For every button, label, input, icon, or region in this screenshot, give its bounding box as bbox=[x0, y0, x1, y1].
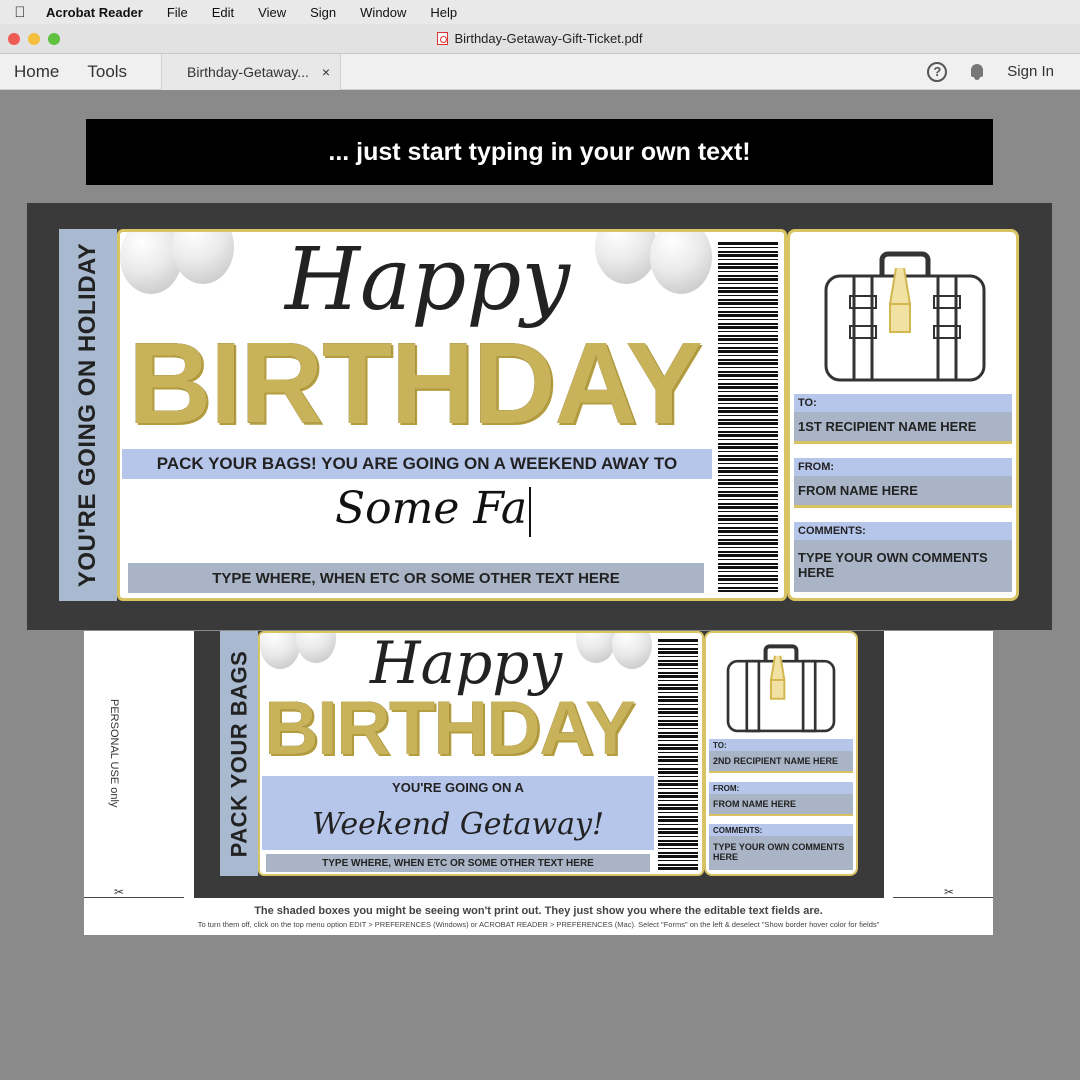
menu-help[interactable]: Help bbox=[418, 5, 469, 20]
scissors-icon: ✂ bbox=[944, 885, 955, 899]
minimize-window-button[interactable] bbox=[28, 33, 40, 45]
window-title: Birthday-Getaway-Gift-Ticket.pdf bbox=[454, 31, 643, 46]
suitcase-icon bbox=[824, 251, 986, 382]
to-label: TO: bbox=[709, 739, 853, 751]
traffic-lights bbox=[8, 33, 60, 45]
close-window-button[interactable] bbox=[8, 33, 20, 45]
balloon-icon bbox=[650, 232, 712, 294]
from-label: FROM: bbox=[709, 782, 853, 794]
cut-line bbox=[84, 897, 184, 898]
birthday-heading: BIRTHDAY bbox=[128, 318, 703, 448]
barcode-icon bbox=[658, 639, 698, 871]
ticket-2-band: YOU'RE GOING ON A bbox=[262, 776, 654, 798]
comments-label: COMMENTS: bbox=[794, 522, 1012, 540]
to-label: TO: bbox=[794, 394, 1012, 412]
ticket-2: PACK YOUR BAGS Happy BIRTHDAY YOU'RE GOI… bbox=[194, 631, 884, 898]
ticket-1-main-panel: Happy BIRTHDAY PACK YOUR BAGS! YOU ARE G… bbox=[117, 229, 787, 601]
comments-field[interactable]: TYPE YOUR OWN COMMENTS HERE bbox=[794, 540, 1012, 592]
balloon-icon bbox=[260, 633, 300, 669]
comments-label: COMMENTS: bbox=[709, 824, 853, 836]
tab-tools[interactable]: Tools bbox=[73, 62, 141, 82]
birthday-heading: BIRTHDAY bbox=[264, 686, 636, 771]
zoom-window-button[interactable] bbox=[48, 33, 60, 45]
suitcase-icon bbox=[726, 644, 836, 733]
menu-file[interactable]: File bbox=[155, 5, 200, 20]
ticket-2-bottom-field[interactable]: TYPE WHERE, WHEN ETC OR SOME OTHER TEXT … bbox=[266, 854, 650, 872]
help-icon[interactable]: ? bbox=[927, 61, 948, 82]
to-field[interactable]: 1ST RECIPIENT NAME HERE bbox=[794, 412, 1012, 444]
cut-line bbox=[893, 897, 993, 898]
ticket-2-side-text: PACK YOUR BAGS bbox=[226, 650, 251, 857]
menu-view[interactable]: View bbox=[246, 5, 298, 20]
from-label: FROM: bbox=[794, 458, 1012, 476]
window-titlebar: Birthday-Getaway-Gift-Ticket.pdf bbox=[0, 24, 1080, 54]
sign-in-button[interactable]: Sign In bbox=[1007, 63, 1054, 80]
close-tab-icon[interactable]: × bbox=[322, 64, 330, 80]
balloon-icon bbox=[296, 633, 336, 663]
happy-heading: Happy bbox=[285, 230, 570, 330]
balloon-icon bbox=[576, 633, 616, 663]
ticket-1-side-strip: YOU'RE GOING ON HOLIDAY bbox=[59, 229, 117, 601]
ticket-2-side-strip: PACK YOUR BAGS bbox=[220, 631, 258, 876]
text-cursor bbox=[529, 486, 532, 537]
balloon-icon bbox=[612, 633, 652, 669]
from-field[interactable]: FROM NAME HERE bbox=[794, 476, 1012, 508]
menu-sign[interactable]: Sign bbox=[298, 5, 348, 20]
ticket-2-main-panel: Happy BIRTHDAY YOU'RE GOING ON A Weekend… bbox=[258, 631, 704, 876]
notifications-bell-icon[interactable] bbox=[969, 63, 985, 81]
apple-icon[interactable]:  bbox=[0, 4, 40, 21]
ticket-1: YOU'RE GOING ON HOLIDAY Happy BIRTHDAY P… bbox=[27, 203, 1052, 630]
scissors-icon: ✂ bbox=[114, 885, 125, 899]
preferences-note: To turn them off, click on the top menu … bbox=[197, 920, 880, 929]
tab-document[interactable]: Birthday-Getaway... × bbox=[161, 53, 342, 90]
document-tab-label: Birthday-Getaway... bbox=[187, 63, 309, 80]
menu-edit[interactable]: Edit bbox=[200, 5, 246, 20]
ticket-2-stub: TO: 2ND RECIPIENT NAME HERE FROM: FROM N… bbox=[704, 631, 858, 876]
tab-home[interactable]: Home bbox=[0, 62, 73, 82]
document-area[interactable]: ... just start typing in your own text! … bbox=[0, 91, 1080, 1080]
destination-input[interactable]: Some Fa bbox=[335, 483, 532, 537]
ticket-1-side-text: YOU'RE GOING ON HOLIDAY bbox=[74, 242, 102, 588]
pdf-file-icon bbox=[437, 32, 449, 45]
personal-use-note: PERSONAL USE only bbox=[108, 699, 120, 808]
app-toolbar: Home Tools Birthday-Getaway... × ? Sign … bbox=[0, 53, 1080, 90]
to-field[interactable]: 2ND RECIPIENT NAME HERE bbox=[709, 751, 853, 773]
mac-menubar:  Acrobat Reader File Edit View Sign Win… bbox=[0, 0, 1080, 24]
ticket-1-stub: TO: 1ST RECIPIENT NAME HERE FROM: FROM N… bbox=[787, 229, 1019, 601]
balloon-icon bbox=[595, 232, 657, 284]
from-field[interactable]: FROM NAME HERE bbox=[709, 794, 853, 816]
destination-text: Some Fa bbox=[335, 483, 528, 534]
menu-app-name[interactable]: Acrobat Reader bbox=[40, 5, 155, 20]
instruction-banner: ... just start typing in your own text! bbox=[86, 119, 993, 185]
ticket-1-band: PACK YOUR BAGS! YOU ARE GOING ON A WEEKE… bbox=[122, 449, 712, 479]
ticket-1-bottom-field[interactable]: TYPE WHERE, WHEN ETC OR SOME OTHER TEXT … bbox=[128, 563, 704, 593]
balloon-icon bbox=[172, 232, 234, 284]
menu-window[interactable]: Window bbox=[348, 5, 418, 20]
ticket-2-script-field[interactable]: Weekend Getaway! bbox=[262, 798, 654, 850]
comments-field[interactable]: TYPE YOUR OWN COMMENTS HERE bbox=[709, 836, 853, 870]
barcode-icon bbox=[718, 242, 778, 592]
fields-note: The shaded boxes you might be seeing won… bbox=[254, 905, 823, 917]
